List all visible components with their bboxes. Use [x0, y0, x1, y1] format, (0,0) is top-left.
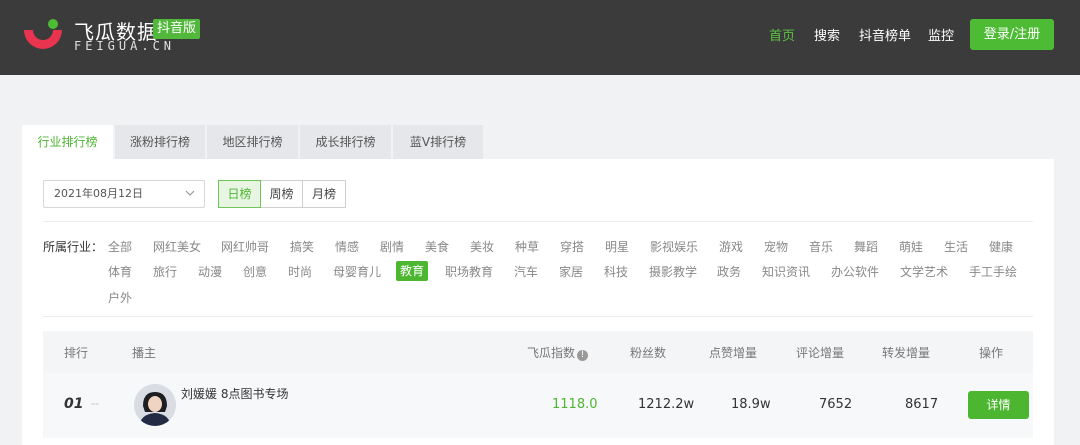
- category-item[interactable]: 家居: [559, 263, 583, 283]
- col-comments-growth: 评论增量: [796, 346, 845, 360]
- streamer-name[interactable]: 刘媛媛 8点图书专场: [181, 385, 288, 402]
- category-item[interactable]: 汽车: [514, 263, 538, 283]
- col-fans: 粉丝数: [630, 346, 667, 360]
- col-action: 操作: [979, 346, 1004, 360]
- category-item[interactable]: 知识资讯: [762, 263, 810, 283]
- nav-search[interactable]: 搜索: [814, 25, 840, 44]
- feigua-logo-icon: [24, 19, 62, 49]
- tab-fans-growth-rank[interactable]: 涨粉排行榜: [115, 125, 205, 159]
- category-item[interactable]: 手工手绘: [969, 263, 1017, 283]
- category-item[interactable]: 网红帅哥: [221, 238, 269, 258]
- detail-button[interactable]: 详情: [968, 391, 1029, 419]
- divider: [43, 221, 1033, 222]
- category-item[interactable]: 种草: [515, 238, 539, 258]
- nav-monitor[interactable]: 监控: [928, 25, 954, 44]
- category-item[interactable]: 摄影教学: [649, 263, 697, 283]
- col-rank: 排行: [64, 346, 89, 360]
- nav-douyin-rank[interactable]: 抖音榜单: [859, 25, 911, 44]
- category-item[interactable]: 健康: [989, 238, 1013, 258]
- category-item[interactable]: 职场教育: [445, 263, 493, 283]
- divider: [43, 316, 1033, 317]
- tab-growth-rank[interactable]: 成长排行榜: [300, 125, 391, 159]
- category-item[interactable]: 舞蹈: [854, 238, 878, 258]
- likes-growth-value: 18.9w: [731, 397, 771, 412]
- tab-industry-rank[interactable]: 行业排行榜: [22, 125, 113, 159]
- tab-bluev-rank[interactable]: 蓝V排行榜: [393, 125, 483, 159]
- table-header: 排行 播主 飞瓜指数! 粉丝数 点赞增量 评论增量 转发增量 操作: [43, 331, 1033, 373]
- category-item[interactable]: 办公软件: [831, 263, 879, 283]
- category-item[interactable]: 宠物: [764, 238, 788, 258]
- category-item[interactable]: 情感: [335, 238, 359, 258]
- nav-home[interactable]: 首页: [769, 25, 795, 44]
- col-feigua-index-label: 飞瓜指数: [527, 346, 576, 360]
- category-item[interactable]: 影视娱乐: [650, 238, 698, 258]
- category-item-active[interactable]: 教育: [396, 261, 429, 281]
- feigua-logo[interactable]: 飞瓜数据 抖音版 FEIGUA.CN: [22, 14, 202, 60]
- top-header: 飞瓜数据 抖音版 FEIGUA.CN 首页 搜索 抖音榜单 监控 登录/注册: [0, 0, 1080, 75]
- category-item[interactable]: 剧情: [380, 238, 404, 258]
- category-item[interactable]: 动漫: [198, 263, 222, 283]
- login-register-button[interactable]: 登录/注册: [970, 19, 1054, 50]
- category-item[interactable]: 体育: [108, 263, 132, 283]
- category-item[interactable]: 美食: [425, 238, 449, 258]
- category-item[interactable]: 旅行: [153, 263, 177, 283]
- fans-value: 1212.2w: [638, 397, 695, 412]
- date-select-value: 2021年08月12日: [54, 187, 143, 200]
- category-item[interactable]: 创意: [243, 263, 267, 283]
- category-item[interactable]: 萌娃: [899, 238, 923, 258]
- category-item[interactable]: 生活: [944, 238, 968, 258]
- category-item[interactable]: 音乐: [809, 238, 833, 258]
- category-item[interactable]: 穿搭: [560, 238, 584, 258]
- col-feigua-index: 飞瓜指数!: [527, 344, 589, 361]
- category-item[interactable]: 政务: [717, 263, 741, 283]
- table-row[interactable]: 01 -- 刘媛媛 8点图书专场 1118.0 1212.2w 18.9w 76…: [43, 373, 1033, 438]
- category-item[interactable]: 时尚: [288, 263, 312, 283]
- date-select[interactable]: 2021年08月12日: [43, 180, 205, 208]
- category-item[interactable]: 游戏: [719, 238, 743, 258]
- rank-trend: --: [91, 397, 99, 410]
- category-item[interactable]: 明星: [605, 238, 629, 258]
- shares-growth-value: 8617: [905, 397, 939, 412]
- col-likes-growth: 点赞增量: [709, 346, 758, 360]
- industry-label: 所属行业：: [43, 240, 104, 254]
- category-item[interactable]: 美妆: [470, 238, 494, 258]
- avatar-image: [134, 384, 176, 426]
- col-streamer: 播主: [132, 346, 157, 360]
- feigua-index-value: 1118.0: [552, 397, 598, 412]
- category-item[interactable]: 网红美女: [153, 238, 201, 258]
- category-item[interactable]: 户外: [108, 289, 132, 309]
- comments-growth-value: 7652: [819, 397, 853, 412]
- brand-badge: 抖音版: [153, 19, 201, 39]
- period-monthly-button[interactable]: 月榜: [303, 180, 346, 208]
- ranking-panel: 2021年08月12日 日榜 周榜 月榜 所属行业： 全部 网红美女 网红帅哥 …: [22, 159, 1054, 445]
- category-item[interactable]: 文学艺术: [900, 263, 948, 283]
- period-weekly-button[interactable]: 周榜: [261, 180, 303, 208]
- category-item[interactable]: 搞笑: [290, 238, 314, 258]
- category-item[interactable]: 科技: [604, 263, 628, 283]
- col-shares-growth: 转发增量: [882, 346, 931, 360]
- rank-number: 01: [64, 396, 84, 412]
- chevron-down-icon: [185, 190, 195, 196]
- period-daily-button[interactable]: 日榜: [218, 180, 261, 208]
- category-item[interactable]: 全部: [108, 238, 132, 258]
- avatar[interactable]: [134, 384, 176, 426]
- brand-domain: FEIGUA.CN: [74, 39, 176, 53]
- category-item[interactable]: 母婴育儿: [333, 263, 381, 283]
- info-icon[interactable]: !: [577, 350, 589, 361]
- tab-region-rank[interactable]: 地区排行榜: [207, 125, 298, 159]
